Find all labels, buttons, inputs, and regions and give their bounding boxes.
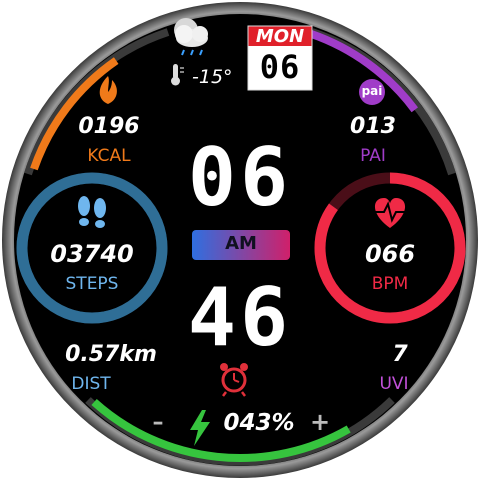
pai-label: PAI [360,146,386,166]
heart-rate-label: BPM [371,274,409,294]
distance-value: 0.57km [65,342,157,367]
ampm-text: AM [225,233,257,254]
date-number: 06 [259,48,301,86]
heart-rate-value: 066 [364,240,416,268]
battery-plus-button[interactable]: + [308,408,332,436]
kcal-value: 0196 [78,114,140,139]
battery-minus-button[interactable]: – [146,410,170,435]
uvi-label: UVI [379,374,409,394]
temperature-value: -15° [192,66,233,88]
minute-display: 46 [187,271,293,364]
kcal-label: KCAL [87,146,131,166]
distance-label: DIST [71,374,111,394]
steps-label: STEPS [65,274,119,294]
pai-badge-text: pai [361,84,383,98]
pai-value: 013 [350,114,396,139]
battery-percentage: 043% [223,410,295,436]
uvi-value: 7 [392,342,408,367]
day-of-week: MON [255,26,305,47]
steps-value: 03740 [50,240,134,268]
hour-display: 06 [187,131,293,224]
